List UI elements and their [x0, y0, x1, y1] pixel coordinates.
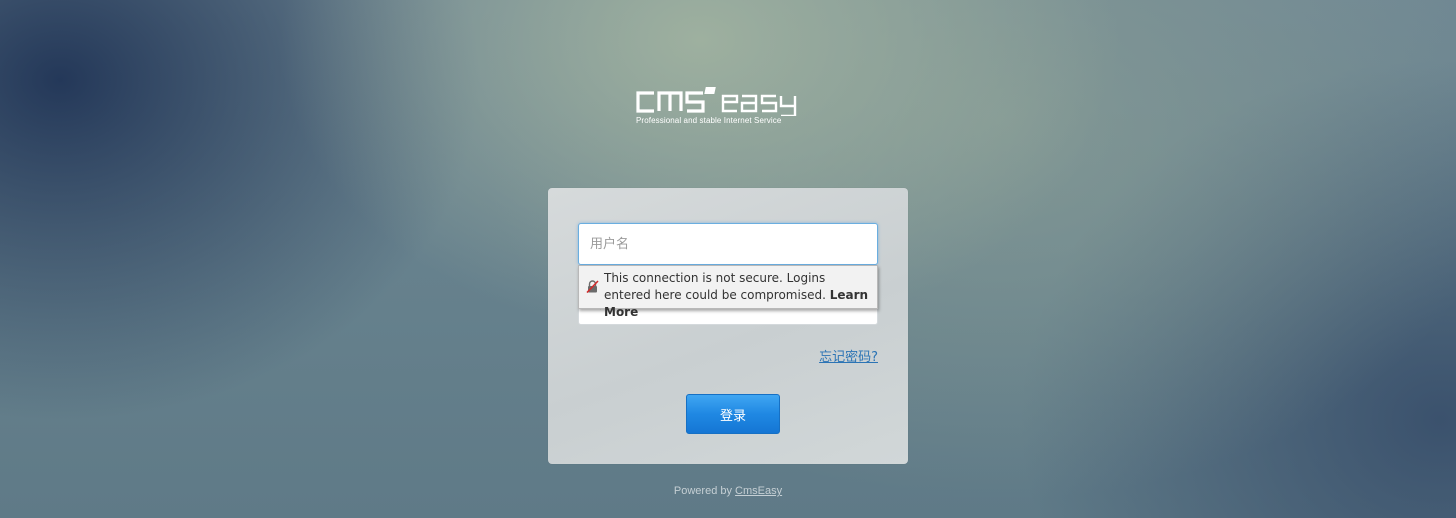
forgot-password-link[interactable]: 忘记密码? [819, 346, 878, 365]
login-page: Professional and stable Internet Service… [0, 0, 1456, 518]
cmseasy-logo: Professional and stable Internet Service [634, 86, 824, 128]
logo-tagline: Professional and stable Internet Service [636, 116, 782, 125]
insecure-lock-icon [586, 280, 599, 293]
login-button[interactable]: 登录 [686, 394, 780, 434]
footer: Powered by CmsEasy [0, 485, 1456, 497]
logo-wordmark [636, 87, 797, 116]
username-input[interactable] [578, 223, 878, 265]
insecure-connection-popup: This connection is not secure. Logins en… [578, 265, 878, 319]
insecure-message: This connection is not secure. Logins en… [604, 271, 826, 302]
cmseasy-footer-link[interactable]: CmsEasy [735, 485, 782, 497]
login-card: 忘记密码? 登录 [548, 188, 908, 464]
powered-by-label: Powered by [673, 485, 732, 497]
